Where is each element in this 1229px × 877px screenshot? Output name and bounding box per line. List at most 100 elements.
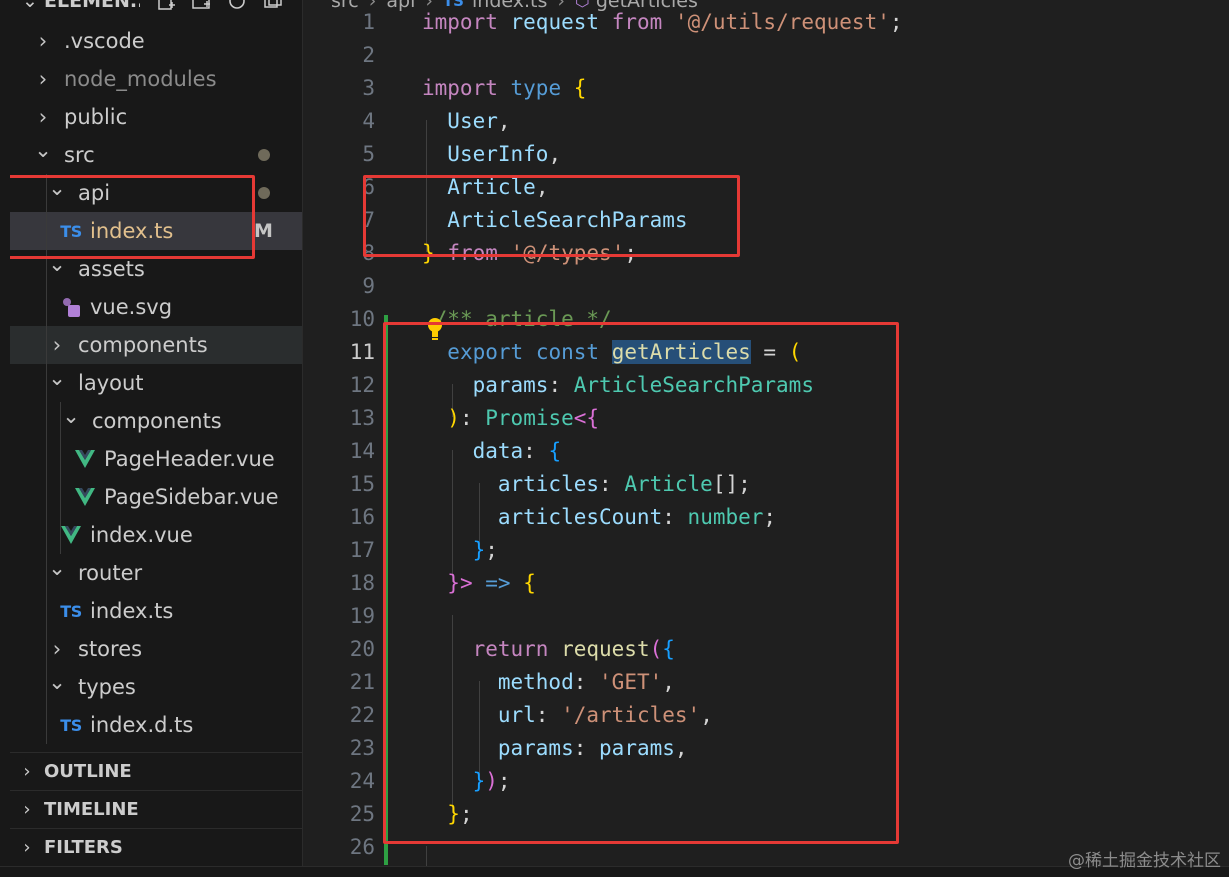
code-line[interactable]: 21 method: 'GET', <box>303 666 1229 699</box>
tree-item-vue-svg[interactable]: vue.svg <box>10 288 302 326</box>
tree-item-index-d-ts[interactable]: TS index.d.ts <box>10 706 302 744</box>
code-line[interactable]: 24 }); <box>303 765 1229 798</box>
line-number: 24 <box>349 769 375 793</box>
code-line[interactable]: 14 data: { <box>303 435 1229 468</box>
typescript-file-icon: TS <box>60 221 82 241</box>
tree-item-pageheader-vue[interactable]: PageHeader.vue <box>10 440 302 478</box>
code-line[interactable]: 16 articlesCount: number; <box>303 501 1229 534</box>
code-token: '@/utils/request' <box>674 10 890 34</box>
code-token: ; <box>485 538 498 562</box>
tree-item-pagesidebar-vue[interactable]: PageSidebar.vue <box>10 478 302 516</box>
code-token: } <box>472 769 486 793</box>
code-token: ) <box>447 406 460 430</box>
code-token: number <box>687 505 764 529</box>
tree-item-assets[interactable]: ⌄ assets <box>10 250 302 288</box>
code-line[interactable]: 8} from '@/types'; <box>303 237 1229 270</box>
tree-item-components[interactable]: › components <box>10 326 302 364</box>
tree-item-router[interactable]: ⌄ router <box>10 554 302 592</box>
code-line[interactable]: 2 <box>303 39 1229 72</box>
code-token: articlesCount <box>497 505 663 529</box>
code-line[interactable]: 4 User, <box>303 105 1229 138</box>
timeline-section[interactable]: › TIMELINE <box>10 790 302 828</box>
refresh-icon[interactable] <box>226 0 248 12</box>
outline-section-label: OUTLINE <box>44 761 132 782</box>
new-folder-icon[interactable] <box>190 0 212 12</box>
lightbulb-icon[interactable] <box>427 317 443 345</box>
code-line[interactable]: 18 }> => { <box>303 567 1229 600</box>
line-number: 21 <box>349 670 375 694</box>
code-line[interactable]: 9 <box>303 270 1229 303</box>
code-line[interactable]: 15 articles: Article[]; <box>303 468 1229 501</box>
code-line[interactable]: 25 }; <box>303 798 1229 831</box>
tree-item-index-ts[interactable]: TS index.ts <box>10 592 302 630</box>
code-token: } <box>472 538 486 562</box>
code-line[interactable]: 23 params: params, <box>303 732 1229 765</box>
code-text: ): Promise<{ <box>422 402 599 435</box>
filters-section[interactable]: › FILTERS <box>10 828 302 866</box>
tree-item-label: vue.svg <box>90 295 173 319</box>
code-line[interactable]: 5 UserInfo, <box>303 138 1229 171</box>
code-text: params: params, <box>422 732 688 765</box>
code-token: : <box>573 736 587 760</box>
watermark-text: @稀土掘金技术社区 <box>1068 851 1221 871</box>
outline-section[interactable]: › OUTLINE <box>10 752 302 790</box>
code-text: ArticleSearchParams <box>422 204 687 237</box>
tree-item-src[interactable]: ⌄ src <box>10 136 302 174</box>
line-number: 22 <box>349 703 375 727</box>
code-token: : <box>599 472 612 496</box>
tree-item-index-vue[interactable]: index.vue <box>10 516 302 554</box>
code-token: import <box>422 76 498 100</box>
code-token: export <box>447 340 524 364</box>
svg-file-icon <box>60 297 82 317</box>
code-line[interactable]: 13 ): Promise<{ <box>303 402 1229 435</box>
line-number: 8 <box>362 241 375 265</box>
tree-item-api[interactable]: ⌄ api <box>10 174 302 212</box>
code-line[interactable]: 20 return request({ <box>303 633 1229 666</box>
code-line[interactable]: 7 ArticleSearchParams <box>303 204 1229 237</box>
code-line[interactable]: 17 }; <box>303 534 1229 567</box>
tree-item-label: index.ts <box>90 219 174 243</box>
code-editor[interactable]: src › api › TS index.ts › ⬡ getArticles … <box>303 0 1229 877</box>
tree-item-public[interactable]: › public <box>10 98 302 136</box>
collapse-all-icon[interactable] <box>262 0 284 12</box>
code-line[interactable]: 1 import request from '@/utils/request'; <box>303 6 1229 39</box>
tree-item-stores[interactable]: › stores <box>10 630 302 668</box>
tree-item-types[interactable]: ⌄ types <box>10 668 302 706</box>
chevron-down-icon: ⌄ <box>62 404 80 428</box>
code-line[interactable]: 6 Article, <box>303 171 1229 204</box>
tree-item-node-modules[interactable]: › node_modules <box>10 60 302 98</box>
code-text: User, <box>422 105 510 138</box>
chevron-right-icon: › <box>23 837 31 858</box>
code-line[interactable]: 12 params: ArticleSearchParams <box>303 369 1229 402</box>
chevron-down-icon[interactable]: ⌄ <box>22 0 38 12</box>
chevron-down-icon: ⌄ <box>48 556 66 580</box>
tree-item-label: layout <box>78 371 144 395</box>
chevron-right-icon: › <box>52 333 62 357</box>
tree-item-components[interactable]: ⌄ components <box>10 402 302 440</box>
code-line[interactable]: 19 <box>303 600 1229 633</box>
tree-item-vscode[interactable]: › .vscode <box>10 22 302 60</box>
tree-item-layout[interactable]: ⌄ layout <box>10 364 302 402</box>
code-text: export const getArticles = ( <box>422 336 801 369</box>
line-number: 16 <box>349 505 375 529</box>
code-token: Promise <box>485 406 574 430</box>
code-line[interactable]: 22 url: '/articles', <box>303 699 1229 732</box>
new-file-icon[interactable] <box>154 0 176 12</box>
tree-item-index-ts[interactable]: TS index.ts M <box>10 212 302 250</box>
code-line[interactable]: 3 import type { <box>303 72 1229 105</box>
chevron-right-icon: › <box>38 105 48 129</box>
code-token: method <box>497 670 574 694</box>
code-text: return request({ <box>422 633 675 666</box>
